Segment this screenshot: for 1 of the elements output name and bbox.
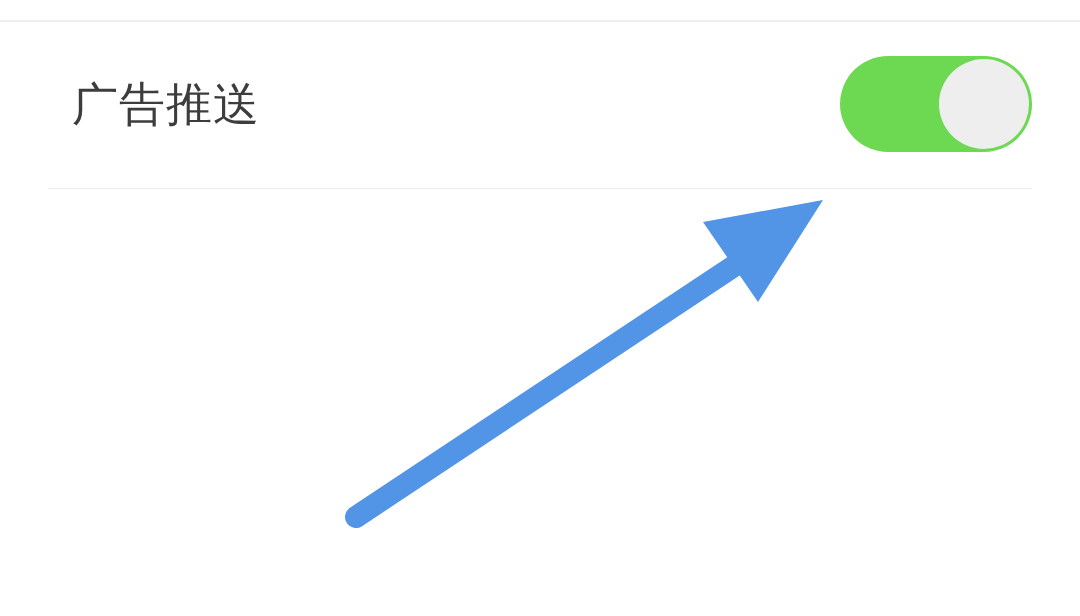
setting-label: 广告推送 bbox=[72, 77, 260, 133]
